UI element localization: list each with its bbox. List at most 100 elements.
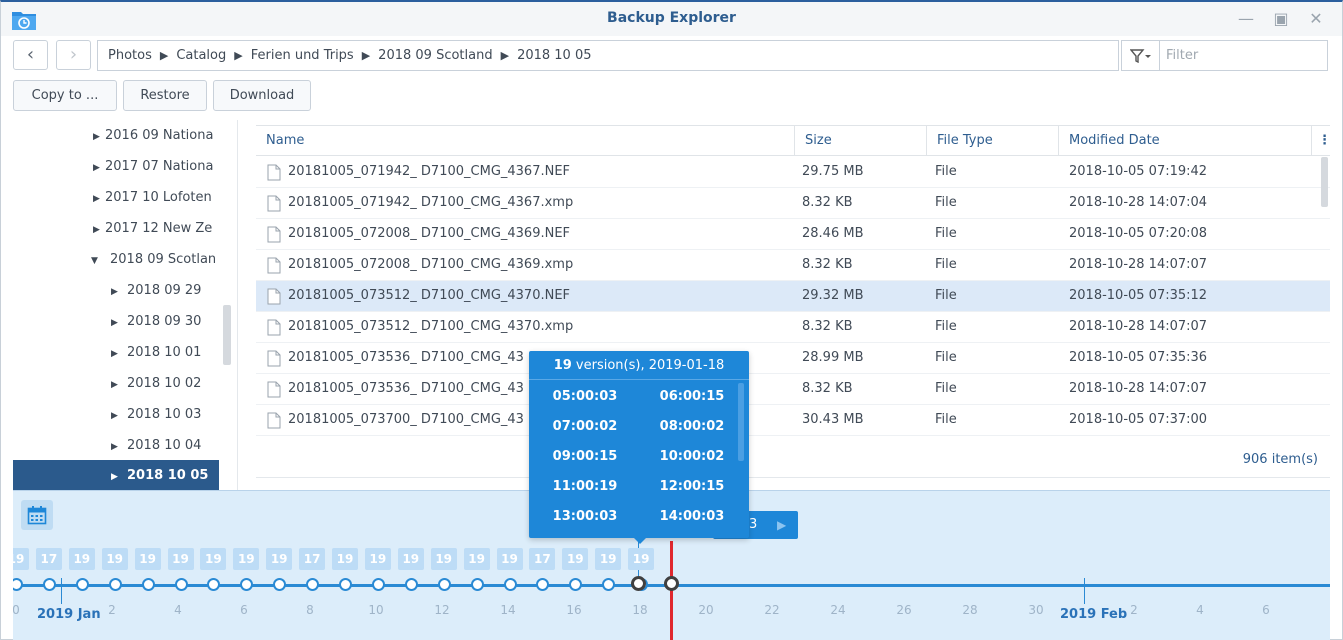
maximize-icon[interactable]: ▣ [1269, 8, 1293, 30]
version-count-pin[interactable]: 19 [101, 548, 128, 570]
breadcrumb-item[interactable]: 2018 10 05 [517, 48, 591, 63]
download-button[interactable]: Download [213, 80, 311, 111]
timeline-node[interactable] [470, 578, 484, 591]
back-button[interactable]: ‹ [13, 40, 48, 70]
timeline-node[interactable] [42, 578, 56, 591]
timeline-node-selected[interactable] [631, 576, 646, 591]
tree-scrollbar[interactable] [223, 305, 231, 365]
column-header-modified-date[interactable]: Modified Date [1059, 126, 1312, 156]
tree-item[interactable]: ▶ 2017 10 Lofoten [13, 182, 219, 213]
chevron-right-icon: › [69, 44, 78, 65]
timeline-node[interactable] [207, 578, 221, 591]
timeline-node[interactable] [108, 578, 122, 591]
version-count-pin[interactable]: 19 [496, 548, 523, 570]
tree-item[interactable]: ▶ 2016 09 Nationa [13, 120, 219, 151]
version-time[interactable]: 06:00:15 [652, 389, 732, 404]
timeline-node[interactable] [141, 578, 155, 591]
version-time[interactable]: 08:00:02 [652, 419, 732, 434]
version-count-pin[interactable]: 19 [595, 548, 622, 570]
column-options-icon[interactable]: ⋮ [1312, 126, 1330, 156]
version-count-pin[interactable]: 19 [463, 548, 490, 570]
version-count-pin[interactable]: 19 [397, 548, 424, 570]
timeline-node[interactable] [404, 578, 418, 591]
timeline-node[interactable] [371, 578, 385, 591]
breadcrumb-item[interactable]: 2018 09 Scotland [378, 48, 492, 63]
version-time[interactable]: 09:00:15 [545, 449, 625, 464]
version-count-pin[interactable]: 17 [299, 548, 326, 570]
table-row[interactable]: 20181005_073512_ D7100_CMG_4370.xmp 8.32 … [256, 312, 1330, 343]
file-size: 8.32 KB [802, 381, 853, 396]
version-count-pin[interactable]: 19 [430, 548, 457, 570]
timeline-node[interactable] [240, 578, 254, 591]
tree-item[interactable]: ▼ 2018 09 Scotlan [13, 244, 219, 275]
tree-item[interactable]: ▶ 2018 09 30 [13, 306, 219, 337]
version-time[interactable]: 10:00:02 [652, 449, 732, 464]
version-count-pin[interactable]: 17 [529, 548, 556, 570]
tree-item[interactable]: ▶ 2017 12 New Ze [13, 213, 219, 244]
versions-popup-scrollbar[interactable] [738, 383, 744, 461]
version-count-pin[interactable]: 19 [134, 548, 161, 570]
filter-input[interactable] [1160, 48, 1320, 63]
breadcrumb-item[interactable]: Photos [108, 48, 152, 63]
breadcrumb-item[interactable]: Catalog [176, 48, 226, 63]
table-row[interactable]: 20181005_071942_ D7100_CMG_4367.xmp 8.32 … [256, 188, 1330, 219]
timeline-node[interactable] [273, 578, 287, 591]
version-count-pin[interactable]: 17 [35, 548, 62, 570]
table-scrollbar[interactable] [1321, 157, 1328, 207]
timeline-node[interactable] [13, 578, 23, 591]
calendar-button[interactable] [21, 500, 53, 530]
version-count-pin[interactable]: 19 [233, 548, 260, 570]
restore-button[interactable]: Restore [123, 80, 207, 111]
timeline-node[interactable] [437, 578, 451, 591]
version-count-pin[interactable]: 19 [13, 548, 29, 570]
timeline-node[interactable] [569, 578, 583, 591]
timeline-node[interactable] [75, 578, 89, 591]
version-count-pin[interactable]: 19 [68, 548, 95, 570]
timeline-node[interactable] [306, 578, 320, 591]
version-count-pin[interactable]: 19 [200, 548, 227, 570]
timeline-node-current[interactable] [664, 576, 679, 591]
copy-to-button[interactable]: Copy to ... [13, 80, 117, 111]
table-row[interactable]: 20181005_073700_ D7100_CMG_43 30.43 MB Fil… [256, 405, 1330, 436]
forward-button[interactable]: › [56, 40, 91, 70]
timeline-node[interactable] [339, 578, 352, 591]
minimize-icon[interactable]: — [1234, 8, 1258, 30]
timeline-node[interactable] [536, 578, 550, 591]
table-row[interactable]: 20181005_072008_ D7100_CMG_4369.NEF 28.46… [256, 219, 1330, 250]
file-type: File [935, 195, 957, 210]
table-row[interactable]: 20181005_073536_ D7100_CMG_43 8.32 KB File… [256, 374, 1330, 405]
version-time[interactable]: 12:00:15 [652, 479, 732, 494]
version-count-pin[interactable]: 19 [628, 548, 655, 570]
close-icon[interactable]: ✕ [1304, 8, 1328, 30]
timeline-node[interactable] [602, 578, 616, 591]
tree-item[interactable]: ▶ 2017 07 Nationa [13, 151, 219, 182]
column-header-name[interactable]: Name [256, 126, 795, 156]
timeline-node[interactable] [174, 578, 188, 591]
version-time[interactable]: 11:00:19 [545, 479, 625, 494]
column-header-size[interactable]: Size [795, 126, 927, 156]
breadcrumb-item[interactable]: Ferien und Trips [251, 48, 354, 63]
table-row[interactable]: 20181005_073536_ D7100_CMG_43 28.99 MB Fil… [256, 343, 1330, 374]
column-header-file-type[interactable]: File Type [927, 126, 1059, 156]
tree-item[interactable]: ▶ 2018 10 04 [13, 430, 219, 461]
tree-item[interactable]: ▶ 2018 10 02 [13, 368, 219, 399]
table-row[interactable]: 20181005_073512_ D7100_CMG_4370.NEF 29.32… [256, 281, 1330, 312]
pane-divider[interactable] [237, 120, 238, 490]
version-count-pin[interactable]: 19 [332, 548, 358, 570]
tree-item-selected[interactable]: ▶ 2018 10 05 [13, 460, 219, 490]
filter-dropdown-button[interactable] [1122, 41, 1160, 70]
version-count-pin[interactable]: 19 [562, 548, 589, 570]
tree-item[interactable]: ▶ 2018 10 03 [13, 399, 219, 430]
version-time[interactable]: 05:00:03 [545, 389, 625, 404]
timeline-node[interactable] [503, 578, 517, 591]
tree-item[interactable]: ▶ 2018 09 29 [13, 275, 219, 306]
version-count-pin[interactable]: 19 [266, 548, 293, 570]
version-count-pin[interactable]: 19 [364, 548, 391, 570]
version-time[interactable]: 14:00:03 [652, 509, 732, 524]
table-row[interactable]: 20181005_072008_ D7100_CMG_4369.xmp 8.32 … [256, 250, 1330, 281]
version-count-pin[interactable]: 19 [167, 548, 194, 570]
version-time[interactable]: 07:00:02 [545, 419, 625, 434]
version-time[interactable]: 13:00:03 [545, 509, 625, 524]
tree-item[interactable]: ▶ 2018 10 01 [13, 337, 219, 368]
table-row[interactable]: 20181005_071942_ D7100_CMG_4367.NEF 29.75… [256, 157, 1330, 188]
